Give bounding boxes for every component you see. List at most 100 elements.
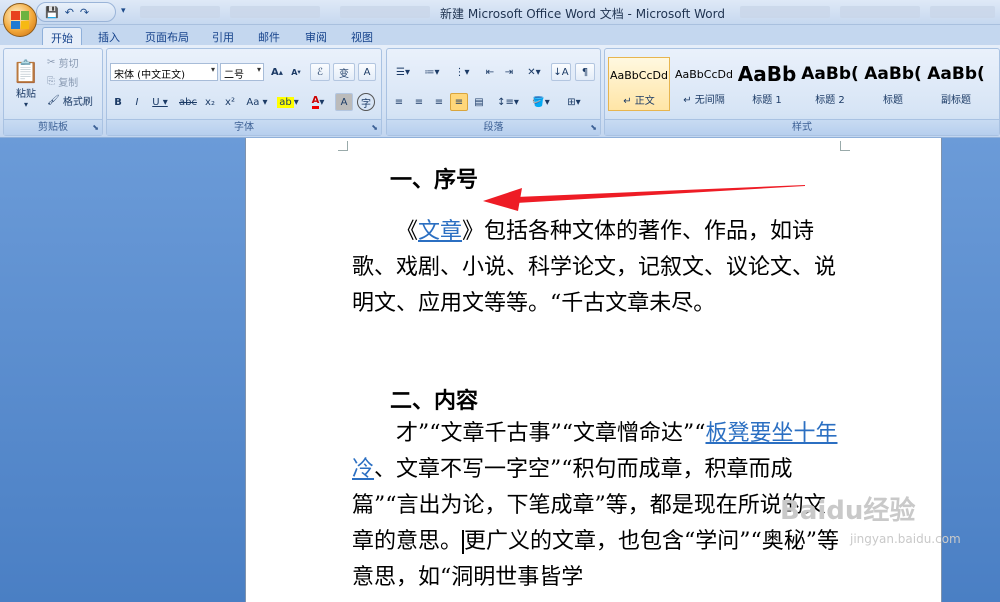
clipboard-group: 📋 粘贴 ▾ ✂ 剪切 ⎘ 复制 🖌 格式刷 剪贴板 ⬊ [3,48,103,136]
style-sample: AaBb( [864,64,922,84]
title-bar: 💾 ↶ ↷ ▾ 新建 Microsoft Office Word 文档 - Mi… [0,0,1000,25]
undo-icon[interactable]: ↶ [65,6,74,19]
brush-icon: 🖌 [47,94,60,106]
paste-icon: 📋 [12,59,40,85]
subscript-button[interactable]: x₂ [201,93,219,111]
styles-group: AaBbCcDd ↵ 正文 AaBbCcDd ↵ 无间隔 AaBb 标题 1 A… [604,48,1000,136]
style-name: 标题 [883,95,903,106]
line-spacing-button[interactable]: ↕≡▾ [495,93,521,111]
multilevel-list-button[interactable]: ⋮▾ [449,63,475,81]
tab-references[interactable]: 引用 [204,27,242,45]
quick-access-toolbar: 💾 ↶ ↷ [36,2,116,22]
style-name: ↵ 无间隔 [683,95,725,106]
tab-mailings[interactable]: 邮件 [250,27,288,45]
style-sample: AaBbCcDd [675,67,733,81]
underline-button[interactable]: U ▾ [149,93,171,111]
chinese-layout-button[interactable]: ✕▾ [521,63,547,81]
tab-review[interactable]: 审阅 [297,27,335,45]
distributed-button[interactable]: ▤ [470,93,488,111]
format-painter-button[interactable]: 🖌 格式刷 [46,91,102,109]
align-left-button[interactable]: ≡ [390,93,408,111]
blurred-tab [140,6,220,18]
strikethrough-button[interactable]: abc [177,93,199,111]
font-size-combo[interactable]: 二号 ▾ [220,63,264,81]
change-case-button[interactable]: Aa ▾ [243,93,271,111]
align-center-button[interactable]: ≡ [410,93,428,111]
style-sample: AaBb( [927,64,985,84]
shrink-font-button[interactable]: A ▾ [287,63,305,81]
clear-format-button[interactable]: ℰ [310,63,330,81]
bullets-button[interactable]: ☰▾ [390,63,416,81]
font-name-value: 宋体 (中文正文) [114,70,185,81]
copy-icon: ⎘ [47,75,55,87]
chevron-down-icon: ▾ [210,65,215,74]
chevron-down-icon: ▾ [256,65,261,74]
chevron-down-icon: ▾ [23,99,28,109]
style-sample: AaBb [737,62,797,86]
style-name: 副标题 [941,95,971,106]
styles-group-label: 样式 [605,119,999,135]
scissors-icon: ✂ [47,56,56,68]
tab-home[interactable]: 开始 [42,27,82,45]
tab-page-layout[interactable]: 页面布局 [137,27,197,45]
copy-button[interactable]: ⎘ 复制 [46,72,98,90]
customize-qat-icon[interactable]: ▾ [121,6,126,16]
highlighter-icon: ab [277,96,294,108]
show-marks-button[interactable]: ¶ [575,63,595,81]
font-group: 宋体 (中文正文) ▾ 二号 ▾ A ▴ A ▾ ℰ 变 A B I U ▾ abc x… [106,48,382,136]
borders-button[interactable]: ⊞▾ [559,93,589,111]
blurred-tab [930,6,995,18]
office-button[interactable] [3,3,37,37]
font-color-button[interactable]: A ▾ [305,93,331,111]
clipboard-group-label: 剪贴板 [4,119,102,135]
font-color-icon: A [311,95,320,109]
dialog-launcher-icon[interactable]: ⬊ [590,123,597,132]
sort-button[interactable]: ↓A [551,63,571,81]
italic-button[interactable]: I [129,93,145,111]
paragraph-group: ☰▾ ≔▾ ⋮▾ ⇤ ⇥ ✕▾ ↓A ¶ ≡ ≡ ≡ ≡ ▤ ↕≡▾ 🪣▾ ⊞▾… [386,48,601,136]
style-heading-2[interactable]: AaBb( 标题 2 [799,57,861,111]
justify-button[interactable]: ≡ [450,93,468,111]
paste-button[interactable]: 📋 粘贴 ▾ [8,53,44,115]
font-name-combo[interactable]: 宋体 (中文正文) ▾ [110,63,218,81]
style-normal[interactable]: AaBbCcDd ↵ 正文 [608,57,670,111]
dialog-launcher-icon[interactable]: ⬊ [371,123,378,132]
increase-indent-button[interactable]: ⇥ [500,63,518,81]
cut-button[interactable]: ✂ 剪切 [46,53,98,71]
style-title[interactable]: AaBb( 标题 [862,57,924,111]
style-heading-1[interactable]: AaBb 标题 1 [736,57,798,111]
shading-button[interactable]: 🪣▾ [527,93,555,111]
baidu-watermark: Baidu经验 [780,496,916,526]
superscript-button[interactable]: x² [221,93,239,111]
bold-button[interactable]: B [110,93,126,111]
style-no-spacing[interactable]: AaBbCcDd ↵ 无间隔 [673,57,735,111]
save-icon[interactable]: 💾 [45,6,59,19]
ribbon-tabs: 开始 插入 页面布局 引用 邮件 审阅 视图 [0,25,1000,45]
style-sample: AaBbCcDd [610,68,668,82]
style-subtitle[interactable]: AaBb( 副标题 [925,57,987,111]
numbering-button[interactable]: ≔▾ [419,63,445,81]
dialog-launcher-icon[interactable]: ⬊ [92,123,99,132]
tab-insert[interactable]: 插入 [90,27,128,45]
copy-label: 复制 [58,77,79,89]
blurred-tab [230,6,320,18]
style-sample: AaBb( [801,64,859,84]
format-painter-label: 格式刷 [62,96,93,108]
office-logo-icon [11,11,29,29]
highlight-button[interactable]: ab ▾ [275,93,301,111]
font-group-label: 字体 [107,119,381,135]
character-shading-button[interactable]: A [335,93,353,111]
paragraph-group-label: 段落 [387,119,600,135]
enclose-characters-button[interactable]: 字 [357,93,375,111]
decrease-indent-button[interactable]: ⇤ [481,63,499,81]
redo-icon[interactable]: ↷ [80,6,89,19]
phonetic-guide-button[interactable]: 变 [333,63,355,81]
paste-label: 粘贴 [16,88,36,100]
grow-font-button[interactable]: A ▴ [268,63,286,81]
window-title: 新建 Microsoft Office Word 文档 - Microsoft … [440,7,725,21]
ribbon: 📋 粘贴 ▾ ✂ 剪切 ⎘ 复制 🖌 格式刷 剪贴板 ⬊ 宋体 (中文正文) ▾ … [0,45,1000,138]
blurred-tab [840,6,920,18]
align-right-button[interactable]: ≡ [430,93,448,111]
character-border-button[interactable]: A [358,63,376,81]
tab-view[interactable]: 视图 [343,27,381,45]
